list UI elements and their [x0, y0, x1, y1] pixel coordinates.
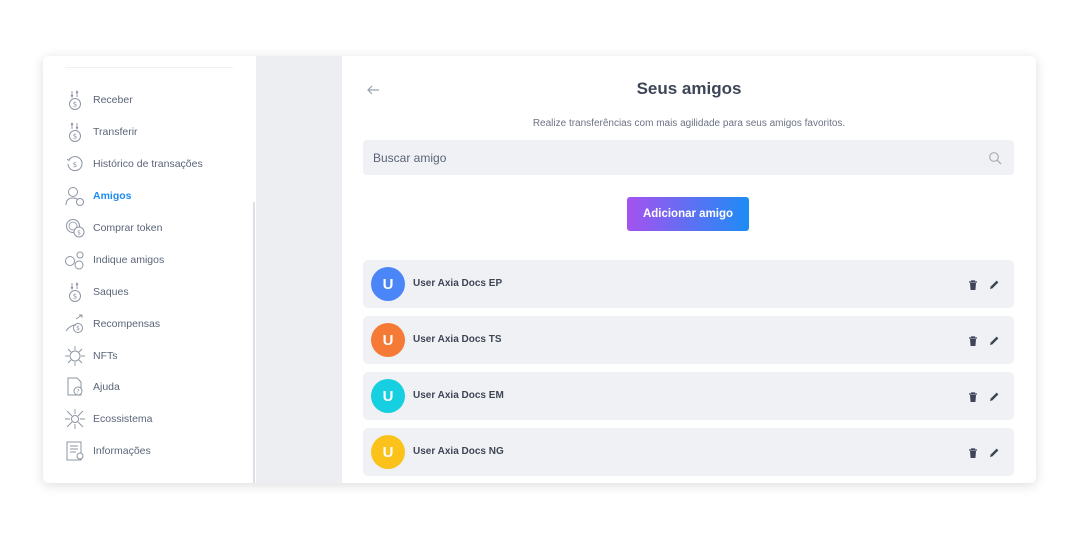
trash-icon[interactable] [967, 390, 979, 402]
sidebar-item-label: Indique amigos [93, 254, 165, 266]
sidebar-item-label: Recompensas [93, 318, 161, 330]
friend-row[interactable]: U User Axia Docs NG [363, 428, 1014, 476]
sidebar-item-historico[interactable]: $ Histórico de transações [64, 153, 203, 175]
withdraw-icon: $ [64, 281, 86, 303]
nft-icon [64, 345, 86, 367]
coin-receive-icon: $ [64, 89, 86, 111]
history-coin-icon: $ [64, 153, 86, 175]
ecosystem-icon [64, 408, 86, 430]
info-doc-icon [64, 440, 86, 462]
search-icon[interactable] [988, 151, 1002, 165]
rewards-icon: $ [64, 313, 86, 335]
add-friend-button[interactable]: Adicionar amigo [627, 197, 749, 231]
trash-icon[interactable] [967, 334, 979, 346]
sidebar-item-receber[interactable]: $ Receber [64, 89, 133, 111]
help-icon: ? [64, 376, 86, 398]
sidebar-item-label: Comprar token [93, 222, 163, 234]
friend-row[interactable]: U User Axia Docs TS [363, 316, 1014, 364]
svg-text:$: $ [76, 325, 80, 332]
refer-friends-icon [64, 249, 86, 271]
svg-text:$: $ [73, 133, 77, 141]
trash-icon[interactable] [967, 446, 979, 458]
sidebar-item-ajuda[interactable]: ? Ajuda [64, 376, 120, 398]
buy-token-icon: $ [64, 217, 86, 239]
avatar: U [371, 435, 405, 469]
page-title: Seus amigos [636, 79, 742, 98]
sidebar-scrollbar[interactable] [253, 202, 255, 483]
sidebar-divider [65, 67, 233, 68]
svg-text:$: $ [73, 293, 77, 301]
trash-icon[interactable] [967, 278, 979, 290]
svg-text:?: ? [76, 389, 79, 396]
edit-icon[interactable] [988, 278, 1000, 290]
sidebar-item-indique-amigos[interactable]: Indique amigos [64, 249, 164, 271]
friend-row[interactable]: U User Axia Docs EP [363, 260, 1014, 308]
app-window: $ Receber $ Transferir $ Histórico de tr… [43, 56, 1036, 483]
sidebar-item-ecossistema[interactable]: Ecossistema [64, 408, 153, 430]
sidebar-item-label: Receber [93, 94, 133, 106]
friend-name: User Axia Docs TS [413, 334, 502, 345]
page-subtitle: Realize transferências com mais agilidad… [532, 118, 846, 129]
sidebar-item-comprar-token[interactable]: $ Comprar token [64, 217, 162, 239]
avatar: U [371, 267, 405, 301]
edit-icon[interactable] [988, 390, 1000, 402]
sidebar: $ Receber $ Transferir $ Histórico de tr… [43, 56, 256, 483]
avatar: U [371, 323, 405, 357]
background-panel [256, 56, 342, 483]
main-content: Seus amigos Realize transferências com m… [342, 56, 1036, 483]
sidebar-item-label: Ajuda [93, 381, 120, 393]
sidebar-item-transferir[interactable]: $ Transferir [64, 121, 138, 143]
sidebar-item-label: Saques [93, 286, 129, 298]
search-input[interactable] [363, 140, 973, 175]
edit-icon[interactable] [988, 446, 1000, 458]
sidebar-item-saques[interactable]: $ Saques [64, 281, 129, 303]
sidebar-item-nfts[interactable]: NFTs [64, 345, 118, 367]
svg-text:$: $ [73, 161, 77, 169]
sidebar-item-label: Ecossistema [93, 413, 153, 425]
sidebar-item-label: Amigos [93, 190, 132, 202]
sidebar-item-label: NFTs [93, 350, 118, 362]
svg-text:$: $ [77, 230, 81, 237]
friend-name: User Axia Docs NG [413, 446, 504, 457]
sidebar-item-recompensas[interactable]: $ Recompensas [64, 313, 160, 335]
svg-text:$: $ [73, 101, 77, 109]
sidebar-item-label: Informações [93, 445, 151, 457]
avatar: U [371, 379, 405, 413]
friend-name: User Axia Docs EP [413, 278, 503, 289]
sidebar-item-amigos[interactable]: Amigos [64, 185, 132, 207]
sidebar-item-label: Histórico de transações [93, 158, 203, 170]
friends-icon [64, 185, 86, 207]
coin-transfer-icon: $ [64, 121, 86, 143]
friend-name: User Axia Docs EM [413, 390, 504, 401]
friend-row[interactable]: U User Axia Docs EM [363, 372, 1014, 420]
sidebar-item-label: Transferir [93, 126, 138, 138]
search-box [363, 140, 1014, 175]
edit-icon[interactable] [988, 334, 1000, 346]
sidebar-item-informacoes[interactable]: Informações [64, 440, 151, 462]
